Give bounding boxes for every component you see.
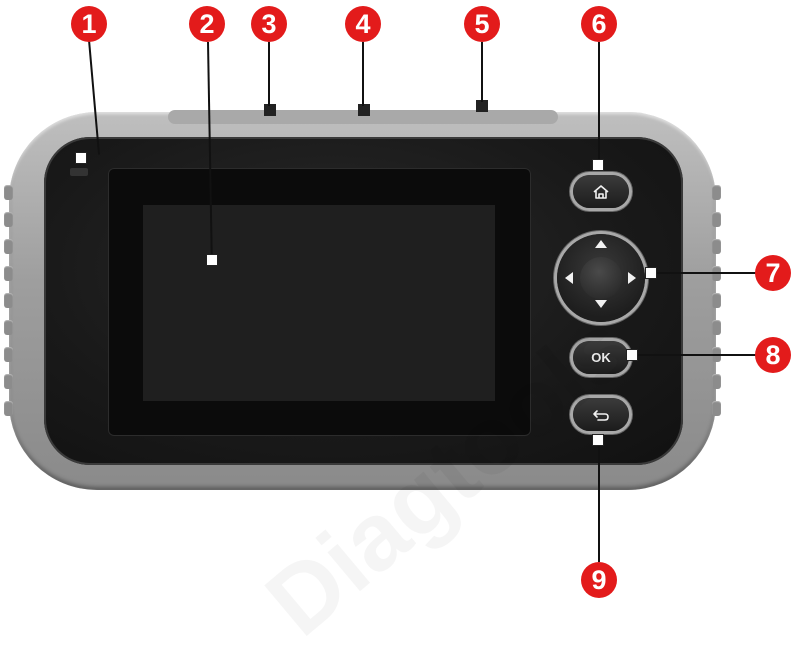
marker-7 <box>645 267 657 279</box>
top-port-4 <box>358 104 370 116</box>
callout-5: 5 <box>464 6 500 42</box>
direction-pad-center <box>580 257 622 299</box>
power-indicator-led <box>70 168 88 176</box>
home-button[interactable] <box>573 175 629 208</box>
left-grip <box>4 212 13 227</box>
leader-line-6 <box>598 42 600 162</box>
callout-1: 1 <box>71 6 107 42</box>
marker-8 <box>626 349 638 361</box>
left-grip <box>4 266 13 281</box>
marker-1 <box>75 152 87 164</box>
callout-3: 3 <box>251 6 287 42</box>
left-grip <box>4 374 13 389</box>
arrow-up-icon[interactable] <box>595 240 607 248</box>
callout-6: 6 <box>581 6 617 42</box>
right-grip <box>712 185 721 200</box>
right-grip <box>712 374 721 389</box>
callout-2: 2 <box>189 6 225 42</box>
leader-line-7 <box>652 272 758 274</box>
callout-7: 7 <box>755 255 791 291</box>
left-grip <box>4 293 13 308</box>
left-grip <box>4 320 13 335</box>
left-grip <box>4 239 13 254</box>
leader-line-3 <box>268 42 270 106</box>
callout-8: 8 <box>755 337 791 373</box>
callout-9: 9 <box>581 562 617 598</box>
arrow-right-icon[interactable] <box>628 272 636 284</box>
right-grip <box>712 320 721 335</box>
marker-6 <box>592 159 604 171</box>
right-grip <box>712 212 721 227</box>
leader-line-9 <box>598 440 600 562</box>
leader-line-8 <box>632 354 758 356</box>
marker-9 <box>592 434 604 446</box>
leader-line-4 <box>362 42 364 106</box>
left-grip <box>4 401 13 416</box>
right-grip <box>712 401 721 416</box>
home-icon <box>593 184 609 199</box>
callout-4: 4 <box>345 6 381 42</box>
left-grip <box>4 185 13 200</box>
right-grip <box>712 293 721 308</box>
top-port-3 <box>264 104 276 116</box>
arrow-down-icon[interactable] <box>595 300 607 308</box>
leader-line-5 <box>481 42 483 102</box>
lcd-screen <box>143 205 495 401</box>
left-grip <box>4 347 13 362</box>
arrow-left-icon[interactable] <box>565 272 573 284</box>
right-grip <box>712 239 721 254</box>
marker-2 <box>206 254 218 266</box>
